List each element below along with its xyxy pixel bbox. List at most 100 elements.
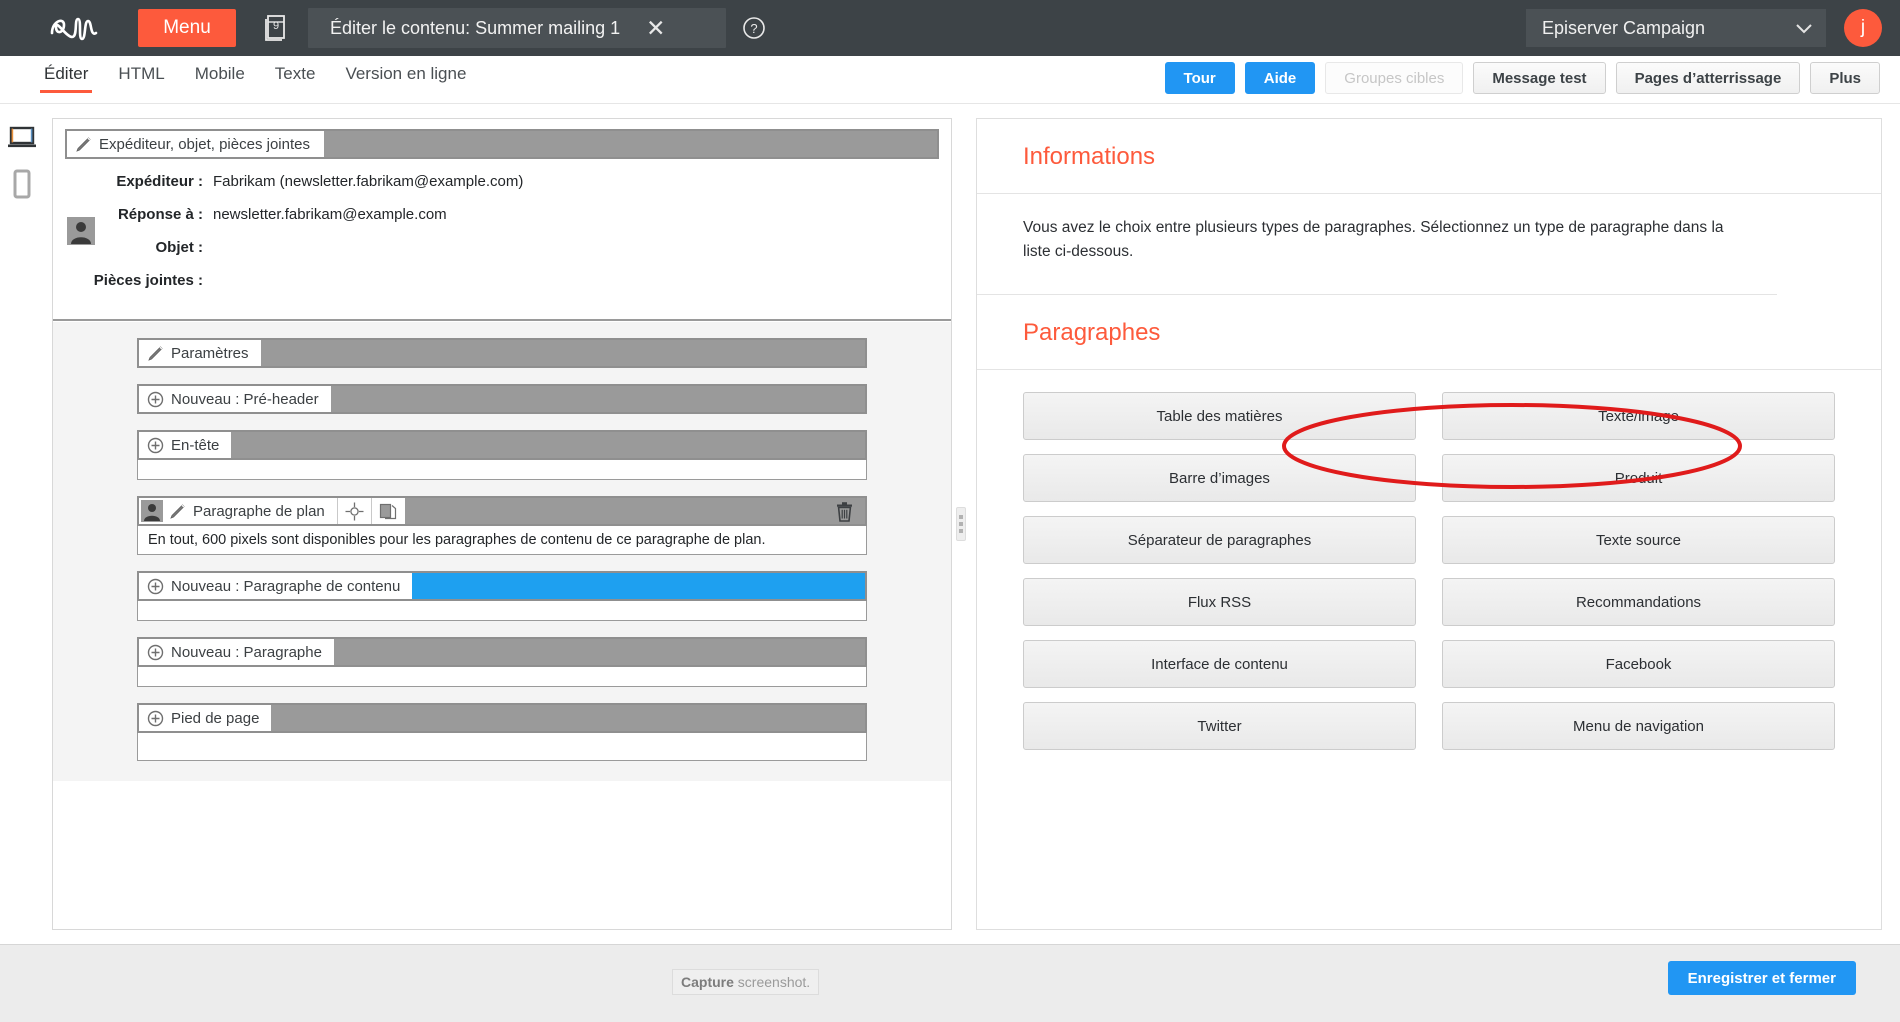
- structure-row-label-cell[interactable]: Nouveau : Paragraphe: [139, 639, 334, 665]
- paragraph-type-label: Twitter: [1197, 717, 1242, 735]
- field-value: newsletter.fabrikam@example.com: [213, 206, 447, 223]
- paragraph-type-barre-d-images[interactable]: Barre d’images: [1023, 454, 1416, 503]
- paragraph-type-label: Produit: [1614, 469, 1663, 487]
- epi-logo[interactable]: [46, 10, 112, 46]
- device-preview-rail: [0, 104, 44, 944]
- plus-button[interactable]: Plus: [1810, 62, 1880, 94]
- splitter-dot: [959, 515, 963, 519]
- mobile-preview-icon[interactable]: [12, 169, 32, 204]
- sender-header-label-cell[interactable]: Expéditeur, objet, pièces jointes: [67, 131, 324, 157]
- pencil-icon: [75, 136, 92, 153]
- save-and-close-label: Enregistrer et fermer: [1687, 969, 1836, 987]
- structure-row-paragraphe-de-plan[interactable]: Paragraphe de plan: [137, 496, 867, 526]
- close-icon[interactable]: ✕: [646, 16, 665, 40]
- structure-row-label: Nouveau : Paragraphe de contenu: [171, 577, 401, 595]
- structure-row-label-cell[interactable]: Paramètres: [139, 340, 261, 366]
- save-and-close-button[interactable]: Enregistrer et fermer: [1667, 961, 1856, 995]
- tab-texte-label: Texte: [274, 64, 316, 83]
- paragraph-type-twitter[interactable]: Twitter: [1023, 702, 1416, 751]
- structure-row-fill-active[interactable]: [412, 573, 865, 599]
- structure-row-label-cell[interactable]: Pied de page: [139, 705, 272, 731]
- paragraph-type-label: Texte source: [1595, 531, 1682, 549]
- desktop-preview-icon[interactable]: [7, 126, 37, 155]
- pages-atterrissage-button[interactable]: Pages d’atterrissage: [1615, 62, 1801, 94]
- structure-row-fill[interactable]: [260, 340, 865, 366]
- structure-row-pied-de-page[interactable]: Pied de page: [137, 703, 867, 733]
- app-selector-label: Episerver Campaign: [1542, 17, 1706, 38]
- paragraph-type-flux-rss[interactable]: Flux RSS: [1023, 578, 1416, 627]
- paragraph-type-texte-source[interactable]: Texte source: [1442, 516, 1835, 565]
- structure-row-preheader[interactable]: Nouveau : Pré-header: [137, 384, 867, 414]
- tour-button[interactable]: Tour: [1164, 62, 1235, 94]
- splitter-dot: [959, 529, 963, 533]
- toolbar-buttons: Tour Aide Groupes cibles Message test Pa…: [1164, 62, 1880, 94]
- structure-row-label-cell[interactable]: En-tête: [139, 432, 232, 458]
- paragraph-type-interface-de-contenu[interactable]: Interface de contenu: [1023, 640, 1416, 689]
- move-handle-icon[interactable]: [336, 498, 371, 524]
- structure-row-label-cell[interactable]: Paragraphe de plan: [139, 498, 337, 524]
- menu-button[interactable]: Menu: [138, 9, 236, 47]
- bottom-bar: Capture screenshot. Enregistrer et ferme…: [0, 944, 1900, 1022]
- menu-button-label: Menu: [163, 17, 211, 38]
- structure-row-parametres-wrap: Paramètres: [53, 338, 951, 368]
- capture-screenshot-chip[interactable]: Capture screenshot.: [672, 969, 820, 995]
- tab-texte[interactable]: Texte: [275, 64, 316, 93]
- tab-html[interactable]: HTML: [118, 64, 164, 93]
- structure-row-fill[interactable]: [404, 498, 823, 524]
- paragraph-type-facebook[interactable]: Facebook: [1442, 640, 1835, 689]
- structure-row-nouveau-paragraphe-de-contenu[interactable]: Nouveau : Paragraphe de contenu: [137, 571, 867, 601]
- svg-text:?: ?: [750, 21, 757, 36]
- paragraph-type-separateur-de-paragraphes[interactable]: Séparateur de paragraphes: [1023, 516, 1416, 565]
- capture-chip-rest: screenshot.: [733, 974, 811, 990]
- message-test-button[interactable]: Message test: [1473, 62, 1606, 94]
- structure-row-label-cell[interactable]: Nouveau : Paragraphe de contenu: [139, 573, 413, 599]
- sender-header-bar[interactable]: Expéditeur, objet, pièces jointes: [65, 129, 939, 159]
- document-title-chip: Éditer le contenu: Summer mailing 1 ✕: [308, 8, 726, 48]
- delete-icon[interactable]: [823, 498, 865, 524]
- tab-version-en-ligne[interactable]: Version en ligne: [345, 64, 466, 93]
- avatar-initial: j: [1860, 17, 1866, 38]
- paragraph-type-table-des-matieres[interactable]: Table des matières: [1023, 392, 1416, 441]
- message-test-label: Message test: [1492, 69, 1587, 87]
- avatar[interactable]: j: [1844, 9, 1882, 47]
- paragraph-type-label: Barre d’images: [1169, 469, 1270, 487]
- workspace: Expéditeur, objet, pièces jointes Expédi…: [44, 104, 1900, 944]
- structure-row-contenu-body: [137, 601, 867, 621]
- tab-editer[interactable]: Éditer: [39, 64, 93, 93]
- sender-header-fill[interactable]: [323, 131, 937, 157]
- tab-html-label: HTML: [118, 64, 165, 83]
- sender-fields: Expéditeur : Fabrikam (newsletter.fabrik…: [53, 159, 951, 289]
- structure-row-label: Paragraphe de plan: [193, 502, 325, 520]
- help-icon[interactable]: ?: [742, 16, 766, 40]
- paragraph-type-label: Interface de contenu: [1151, 655, 1288, 673]
- paragraph-type-label: Facebook: [1605, 655, 1672, 673]
- copy-icon[interactable]: [370, 498, 405, 524]
- app-selector[interactable]: Episerver Campaign: [1526, 9, 1826, 47]
- paragraph-type-label: Recommandations: [1575, 593, 1702, 611]
- structure-row-entete[interactable]: En-tête: [137, 430, 867, 460]
- structure-row-fill[interactable]: [333, 639, 865, 665]
- tab-mobile[interactable]: Mobile: [195, 64, 245, 93]
- paragraph-type-label: Séparateur de paragraphes: [1127, 531, 1312, 549]
- mailing-structure-pane: Expéditeur, objet, pièces jointes Expédi…: [52, 118, 952, 930]
- paragraph-type-recommandations[interactable]: Recommandations: [1442, 578, 1835, 627]
- paragraph-type-produit[interactable]: Produit: [1442, 454, 1835, 503]
- paragraph-type-texte-image[interactable]: Texte/image: [1442, 392, 1835, 441]
- paragraphes-title: Paragraphes: [977, 295, 1881, 371]
- paragraph-type-label: Table des matières: [1156, 407, 1283, 425]
- structure-row-fill[interactable]: [271, 705, 865, 731]
- documents-icon[interactable]: 9: [260, 12, 290, 44]
- pane-splitter-handle[interactable]: [956, 507, 966, 541]
- chevron-down-icon: [1796, 18, 1812, 39]
- tab-mobile-label: Mobile: [194, 64, 245, 83]
- aide-button-label: Aide: [1263, 69, 1297, 87]
- structure-row-label-cell[interactable]: Nouveau : Pré-header: [139, 386, 331, 412]
- structure-row-entete-body: [137, 460, 867, 480]
- structure-row-fill[interactable]: [231, 432, 865, 458]
- groupes-cibles-label: Groupes cibles: [1344, 69, 1445, 87]
- structure-row-nouveau-paragraphe[interactable]: Nouveau : Paragraphe: [137, 637, 867, 667]
- paragraph-type-menu-de-navigation[interactable]: Menu de navigation: [1442, 702, 1835, 751]
- structure-row-fill[interactable]: [330, 386, 865, 412]
- structure-row-parametres[interactable]: Paramètres: [137, 338, 867, 368]
- aide-button[interactable]: Aide: [1244, 62, 1316, 94]
